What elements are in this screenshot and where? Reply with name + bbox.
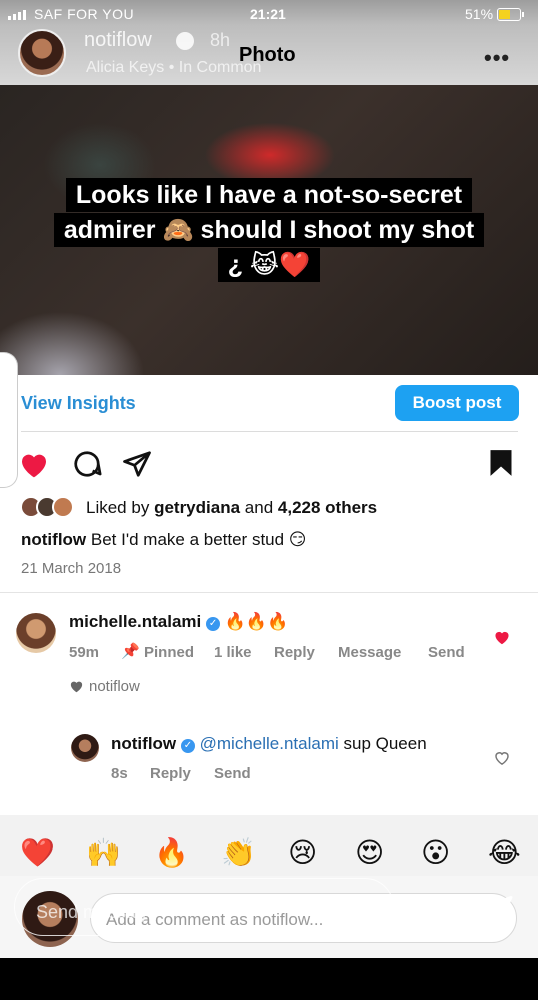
signal-icon: [8, 10, 26, 20]
carrier-name: SAF FOR YOU: [34, 6, 135, 22]
boost-post-button[interactable]: Boost post: [395, 385, 519, 421]
emoji-fire[interactable]: 🔥: [154, 836, 189, 869]
post-caption: notiflow Bet I'd make a better stud 😏: [21, 530, 307, 550]
divider: [0, 592, 538, 593]
story-like-icon[interactable]: [417, 895, 455, 929]
battery-icon: [497, 8, 524, 21]
emoji-heart-eyes[interactable]: 😍: [355, 836, 384, 869]
liked-by-text[interactable]: Liked by getrydiana and 4,228 others: [86, 498, 377, 518]
reply-username[interactable]: notiflow: [111, 734, 176, 753]
status-clock: 21:21: [250, 6, 286, 22]
bookmark-icon[interactable]: [488, 449, 514, 477]
verified-icon: [176, 32, 194, 50]
battery-percent: 51%: [465, 6, 494, 22]
emoji-raised-hands[interactable]: 🙌: [86, 836, 121, 869]
story-caption: Looks like I have a not-so-secret admire…: [0, 178, 538, 283]
story-share-icon[interactable]: [478, 893, 514, 929]
heart-icon[interactable]: [18, 449, 50, 479]
send-button[interactable]: Send: [428, 644, 465, 661]
reply-like-heart-icon[interactable]: [494, 750, 510, 765]
reply-body: notiflow ✓ @michelle.ntalami sup Queen: [111, 734, 427, 754]
verified-icon: ✓: [206, 617, 221, 631]
emoji-laughing[interactable]: 😂: [488, 836, 521, 869]
instagram-app: SAF FOR YOU 21:21 51% notiflow 8h Alicia…: [0, 0, 538, 958]
reply-text: sup Queen: [343, 734, 427, 753]
reply-mention[interactable]: @michelle.ntalami: [200, 734, 339, 753]
comment-username[interactable]: michelle.ntalami: [69, 612, 201, 631]
story-header: notiflow 8h Alicia Keys • In Common Phot…: [0, 25, 538, 85]
liked-by-author-heart-icon: [70, 681, 83, 693]
caption-username[interactable]: notiflow: [21, 530, 86, 549]
comment-body: michelle.ntalami ✓ 🔥🔥🔥: [69, 612, 288, 632]
share-icon[interactable]: [122, 449, 152, 479]
pin-icon: 📌: [121, 643, 140, 660]
story-username[interactable]: notiflow: [84, 29, 152, 52]
liked-by-user[interactable]: getrydiana: [154, 498, 240, 517]
story-left-edge: [0, 352, 18, 488]
reply-time: 8s: [111, 765, 128, 782]
reply-button[interactable]: Reply: [274, 644, 315, 661]
comment-pinned-label: Pinned: [144, 644, 195, 661]
comment-likes[interactable]: 1 like: [214, 644, 252, 661]
comment-avatar[interactable]: [16, 613, 56, 653]
story-caption-line: admirer 🙈 should I shoot my shot: [53, 213, 485, 247]
likers-avatars[interactable]: [20, 496, 78, 518]
story-music-label[interactable]: Alicia Keys • In Common: [86, 59, 261, 77]
verified-icon: ✓: [180, 739, 195, 753]
story-send-message-label: Send message: [36, 902, 157, 922]
divider: [21, 431, 518, 432]
reply-avatar[interactable]: [71, 734, 99, 762]
send-button[interactable]: Send: [214, 765, 251, 782]
post-date: 21 March 2018: [21, 560, 122, 577]
liked-by-prefix: Liked by: [86, 498, 150, 517]
reply-button[interactable]: Reply: [150, 765, 191, 782]
liked-by-author: notiflow: [89, 678, 140, 695]
emoji-heart[interactable]: ❤️: [20, 836, 55, 869]
emoji-clap[interactable]: 👏: [221, 836, 256, 869]
story-avatar[interactable]: [18, 29, 66, 77]
emoji-surprised[interactable]: 😮: [421, 836, 450, 869]
message-button[interactable]: Message: [338, 644, 401, 661]
liked-by-and: and: [244, 498, 274, 517]
comment-icon[interactable]: [72, 449, 102, 479]
comment-time: 59m: [69, 644, 100, 661]
caption-text: Bet I'd make a better stud 😏: [90, 530, 307, 549]
emoji-crying[interactable]: 😢: [288, 836, 317, 869]
story-caption-line: ¿ 😹❤️: [217, 248, 321, 282]
view-insights-link[interactable]: View Insights: [21, 393, 136, 414]
story-caption-line: Looks like I have a not-so-secret: [65, 178, 473, 212]
page-title: Photo: [239, 44, 296, 66]
story-time: 8h: [210, 30, 231, 50]
more-options-icon[interactable]: •••: [484, 45, 510, 71]
liked-by-others[interactable]: 4,228 others: [278, 498, 377, 517]
comment-like-heart-icon[interactable]: [493, 629, 511, 645]
comment-text: 🔥🔥🔥: [224, 612, 289, 631]
